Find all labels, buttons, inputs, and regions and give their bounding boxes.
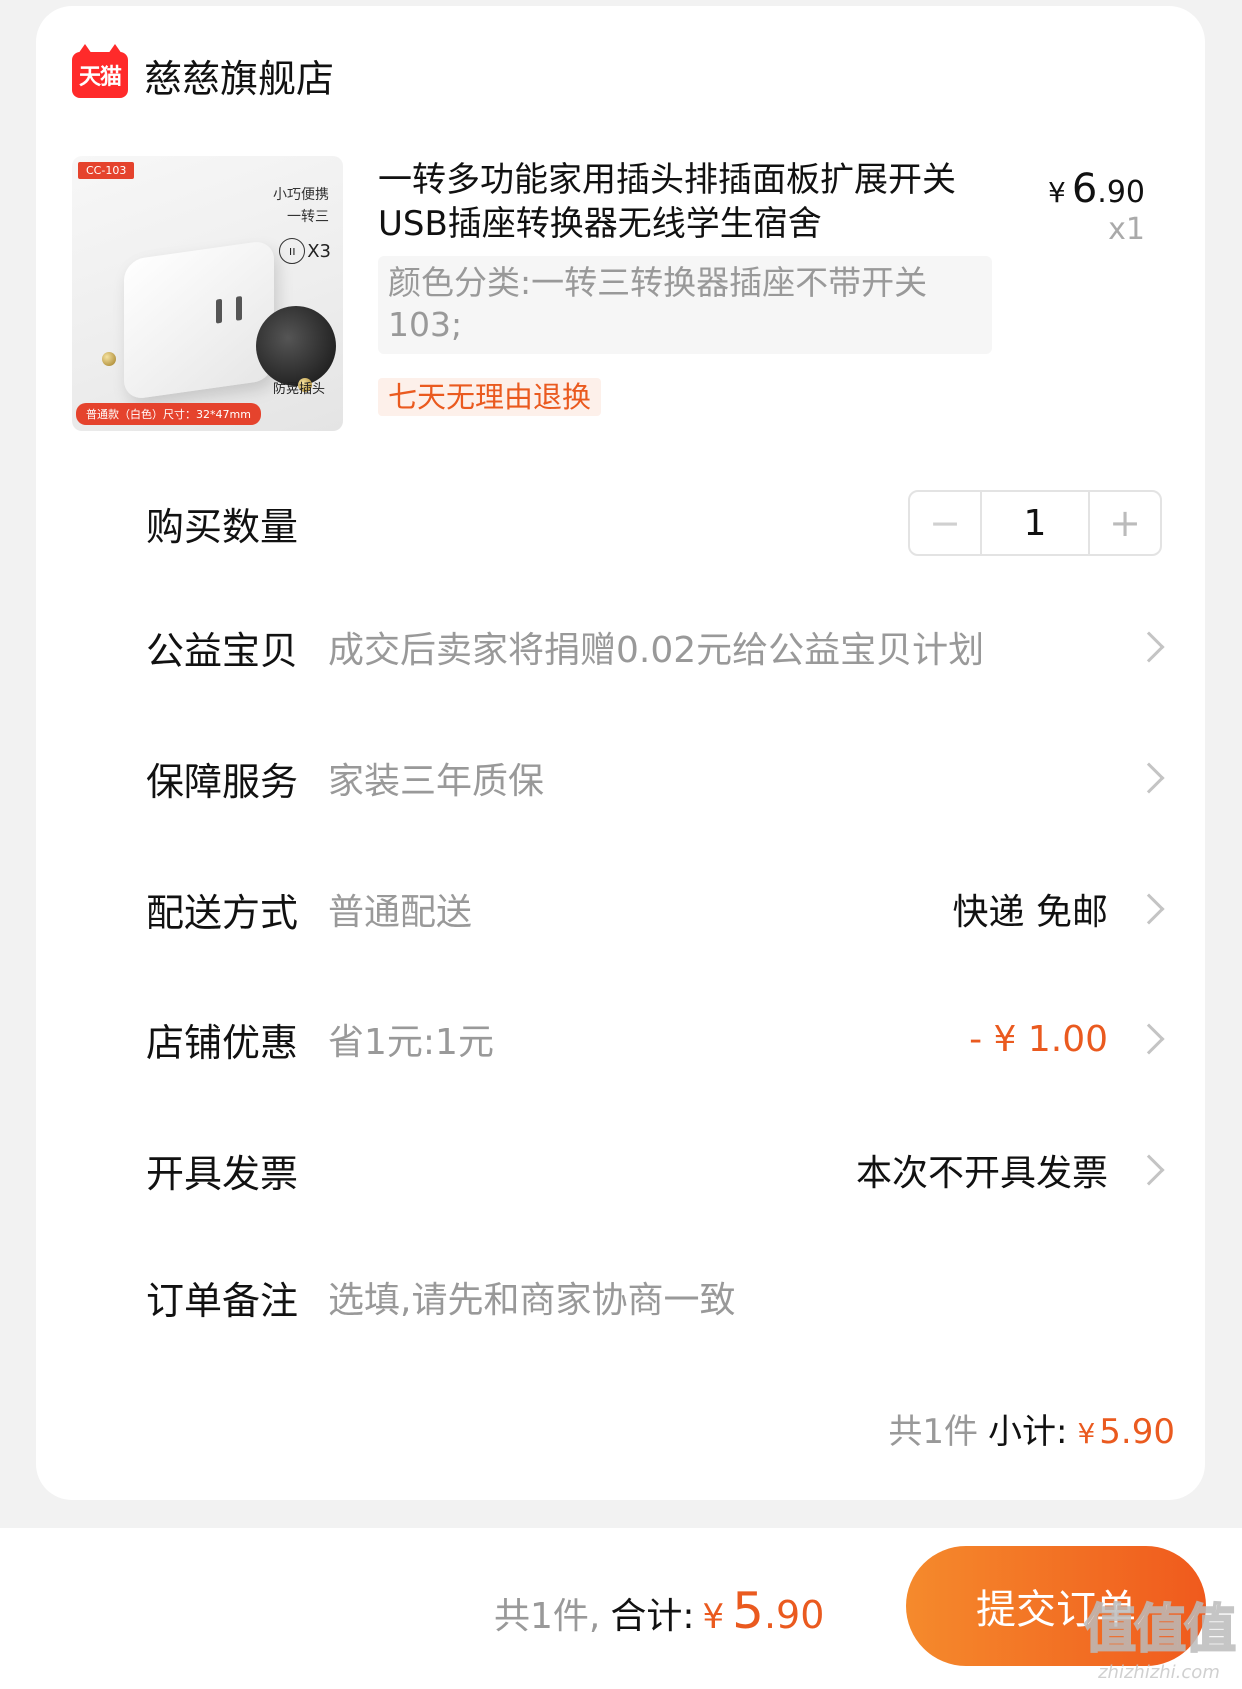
store-header[interactable]: 天猫 慈慈旗舰店 — [72, 44, 334, 103]
product-price: ¥6.90 — [1048, 166, 1145, 212]
total-count: 共1件, — [494, 1596, 601, 1637]
order-total: 共1件, 合计: ¥ 5 .90 — [494, 1582, 824, 1640]
delivery-label: 配送方式 — [146, 890, 299, 935]
tmall-logo-icon: 天猫 — [72, 44, 128, 98]
total-label: 合计: — [610, 1596, 695, 1637]
total-currency: ¥ — [702, 1597, 725, 1637]
charity-row[interactable]: 公益宝贝 成交后卖家将捐赠0.02元给公益宝贝计划 — [146, 612, 1166, 682]
product-image-x3: ıı X3 — [279, 238, 331, 264]
chevron-right-icon — [1133, 631, 1165, 663]
checkout-bar: 共1件, 合计: ¥ 5 .90 提交订单 值值值 zhizhizhi.com — [0, 1528, 1242, 1689]
store-name[interactable]: 慈慈旗舰店 — [144, 48, 334, 103]
note-label: 订单备注 — [146, 1278, 299, 1323]
discount-row[interactable]: 店铺优惠 省1元:1元 - ¥ 1.00 — [146, 1004, 1166, 1074]
product-image-anti-label: 防晃插头 — [272, 382, 325, 397]
note-input[interactable]: 选填,请先和商家协商一致 — [328, 1271, 1166, 1323]
subtotal: 共1件 小计: ¥5.90 — [888, 1404, 1175, 1453]
decrease-button[interactable]: − — [910, 492, 982, 554]
product-image-spec-label: 普通款（白色）尺寸：32*47mm — [76, 403, 261, 425]
product-price-int: 6 — [1071, 166, 1098, 212]
delivery-value: 普通配送 — [328, 892, 473, 933]
charity-label: 公益宝贝 — [146, 628, 299, 673]
product-price-dec: .90 — [1097, 175, 1145, 210]
warranty-label: 保障服务 — [146, 759, 299, 804]
delivery-method: 快递 免邮 — [952, 892, 1108, 933]
chevron-right-icon — [1133, 1023, 1165, 1055]
subtotal-label: 小计: — [988, 1412, 1068, 1452]
invoice-label: 开具发票 — [146, 1151, 299, 1196]
refund-badge: 七天无理由退换 — [378, 378, 602, 416]
warranty-row[interactable]: 保障服务 家装三年质保 — [146, 743, 1166, 813]
watermark: 值值值 zhizhizhi.com — [1083, 1587, 1237, 1683]
tmall-logo-text: 天猫 — [78, 65, 122, 90]
outlet-icon: ıı — [279, 238, 306, 264]
plug-illustration — [124, 239, 274, 401]
product-price-currency: ¥ — [1048, 176, 1066, 209]
watermark-logo: 值值值 — [1083, 1599, 1237, 1661]
product-image-caption-line2: 一转三 — [287, 209, 329, 225]
subtotal-amount: ¥5.90 — [1077, 1412, 1175, 1452]
invoice-value: 本次不开具发票 — [855, 1153, 1108, 1194]
product-spec: 颜色分类:一转三转换器插座不带开关 103; — [378, 256, 992, 354]
note-row[interactable]: 订单备注 选填,请先和商家协商一致 — [146, 1262, 1166, 1332]
decor-ball — [102, 352, 116, 366]
quantity-value[interactable]: 1 — [982, 492, 1088, 554]
increase-button[interactable]: + — [1088, 492, 1160, 554]
quantity-stepper[interactable]: − 1 + — [908, 490, 1162, 556]
charity-value: 成交后卖家将捐赠0.02元给公益宝贝计划 — [328, 630, 985, 671]
subtotal-count: 共1件 — [888, 1412, 978, 1452]
product-image-caption: 小巧便携 一转三 — [273, 184, 329, 228]
discount-value: 省1元:1元 — [328, 1022, 494, 1063]
discount-amount: - ¥ 1.00 — [969, 1018, 1108, 1060]
product-title[interactable]: 一转多功能家用插头排插面板扩展开关USB插座转换器无线学生宿舍 — [378, 158, 978, 246]
product-image[interactable]: CC-103 小巧便携 一转三 ıı X3 防晃插头 普通款（白色）尺寸：32*… — [72, 156, 343, 431]
quantity-label: 购买数量 — [146, 504, 299, 549]
invoice-row[interactable]: 开具发票 本次不开具发票 — [146, 1135, 1166, 1205]
total-amount-dec: .90 — [763, 1593, 825, 1637]
product-image-caption-line1: 小巧便携 — [273, 187, 329, 203]
subtotal-value: 5.90 — [1099, 1412, 1175, 1452]
discount-label: 店铺优惠 — [146, 1020, 299, 1065]
total-amount-int: 5 — [732, 1582, 764, 1640]
product-image-x3-label: X3 — [307, 240, 331, 262]
product-quantity: x1 — [1108, 212, 1145, 247]
plug-prongs-illustration — [256, 306, 336, 386]
product-image-model-tag: CC-103 — [78, 162, 135, 179]
watermark-url: zhizhizhi.com — [1098, 1662, 1220, 1683]
chevron-right-icon — [1133, 762, 1165, 794]
warranty-value: 家装三年质保 — [328, 761, 545, 802]
subtotal-currency: ¥ — [1077, 1417, 1096, 1450]
delivery-row[interactable]: 配送方式 普通配送 快递 免邮 — [146, 874, 1166, 944]
chevron-right-icon — [1133, 893, 1165, 925]
chevron-right-icon — [1133, 1154, 1165, 1186]
